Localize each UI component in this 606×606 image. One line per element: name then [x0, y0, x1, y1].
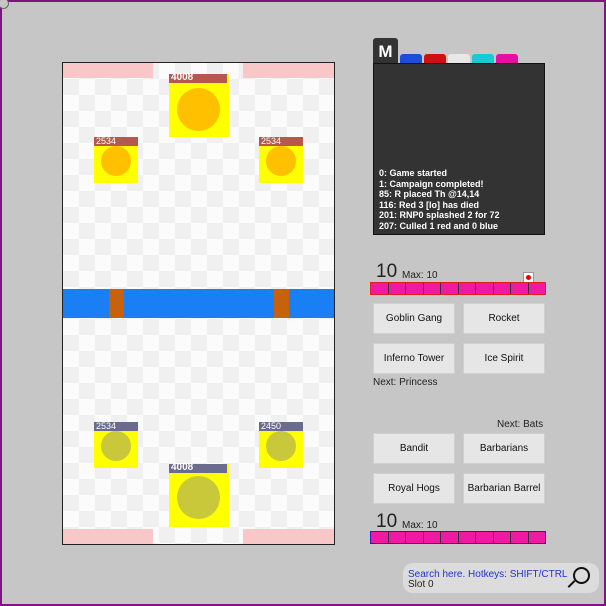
log-line: 1: Campaign completed!	[379, 178, 484, 189]
corner-handle-icon	[0, 0, 9, 9]
bridge-left	[109, 289, 124, 318]
card-barbarian-barrel[interactable]: Barbarian Barrel	[463, 473, 545, 504]
hp-bar: 2534	[259, 136, 303, 146]
river	[63, 289, 334, 318]
tower-core	[266, 146, 296, 176]
player-left-princess-tower[interactable]: 2534	[94, 421, 138, 468]
hp-bar: 4008	[169, 462, 227, 473]
hp-bar: 2534	[94, 136, 138, 146]
log-line: 207: Culled 1 red and 0 blue	[379, 220, 499, 231]
blue-elixir-bar	[370, 531, 546, 544]
red-elixir-max: Max: 10	[402, 270, 438, 281]
event-log: 0: Game started 1: Campaign completed! 8…	[373, 63, 545, 235]
card-goblin-gang[interactable]: Goblin Gang	[373, 303, 455, 334]
search-icon[interactable]	[573, 567, 590, 584]
card-bandit[interactable]: Bandit	[373, 433, 455, 464]
player-zone-left	[63, 529, 153, 544]
card-barbarians[interactable]: Barbarians	[463, 433, 545, 464]
enemy-left-princess-tower[interactable]: 2534	[94, 136, 138, 183]
player-zone-right	[243, 529, 334, 544]
enemy-zone-left	[63, 63, 153, 78]
blue-next-card: Next: Bats	[497, 419, 544, 430]
tower-core	[177, 476, 220, 519]
hp-label: 4008	[171, 72, 194, 83]
hp-label: 2534	[261, 136, 282, 146]
card-ice-spirit[interactable]: Ice Spirit	[463, 343, 545, 374]
hp-label: 2534	[96, 136, 117, 146]
hp-label: 4008	[171, 462, 194, 473]
player-right-princess-tower[interactable]: 2450	[259, 421, 303, 468]
card-royal-hogs[interactable]: Royal Hogs	[373, 473, 455, 504]
search-box[interactable]: Search here. Hotkeys: SHIFT/CTRL Slot 0	[403, 563, 599, 593]
tower-core	[101, 146, 131, 176]
hp-label: 2534	[96, 421, 117, 431]
card-rocket[interactable]: Rocket	[463, 303, 545, 334]
log-line: 0: Game started	[379, 168, 448, 178]
blue-elixir-count: 10	[376, 511, 398, 532]
hp-label: 2450	[261, 421, 282, 431]
log-line: 201: RNP0 splashed 2 for 72	[379, 210, 500, 220]
blue-elixir-max: Max: 10	[402, 520, 438, 531]
enemy-zone-right	[243, 63, 334, 78]
red-elixir-bar	[370, 282, 546, 295]
bridge-right	[274, 289, 289, 318]
tower-core	[101, 431, 131, 461]
card-inferno-tower[interactable]: Inferno Tower	[373, 343, 455, 374]
hp-bar: 2534	[94, 421, 138, 431]
red-next-card: Next: Princess	[373, 377, 438, 388]
log-line: 116: Red 3 [lo] has died	[379, 199, 480, 210]
enemy-king-tower[interactable]: 4008	[169, 72, 229, 137]
slot-label: Slot 0	[408, 579, 434, 590]
log-lines: 0: Game started 1: Campaign completed! 8…	[379, 168, 500, 231]
player-king-tower[interactable]: 4008	[169, 462, 229, 527]
enemy-right-princess-tower[interactable]: 2534	[259, 136, 303, 183]
arena[interactable]: 4008 2534 2534 2534 2450 4008	[62, 62, 335, 545]
hp-bar: 4008	[169, 72, 227, 83]
hp-bar: 2450	[259, 421, 303, 431]
tower-core	[266, 431, 296, 461]
menu-button[interactable]: M	[373, 38, 398, 63]
tower-core	[177, 88, 220, 131]
log-line: 85: R placed Th @14,14	[379, 189, 480, 199]
red-elixir-count: 10	[376, 261, 398, 282]
